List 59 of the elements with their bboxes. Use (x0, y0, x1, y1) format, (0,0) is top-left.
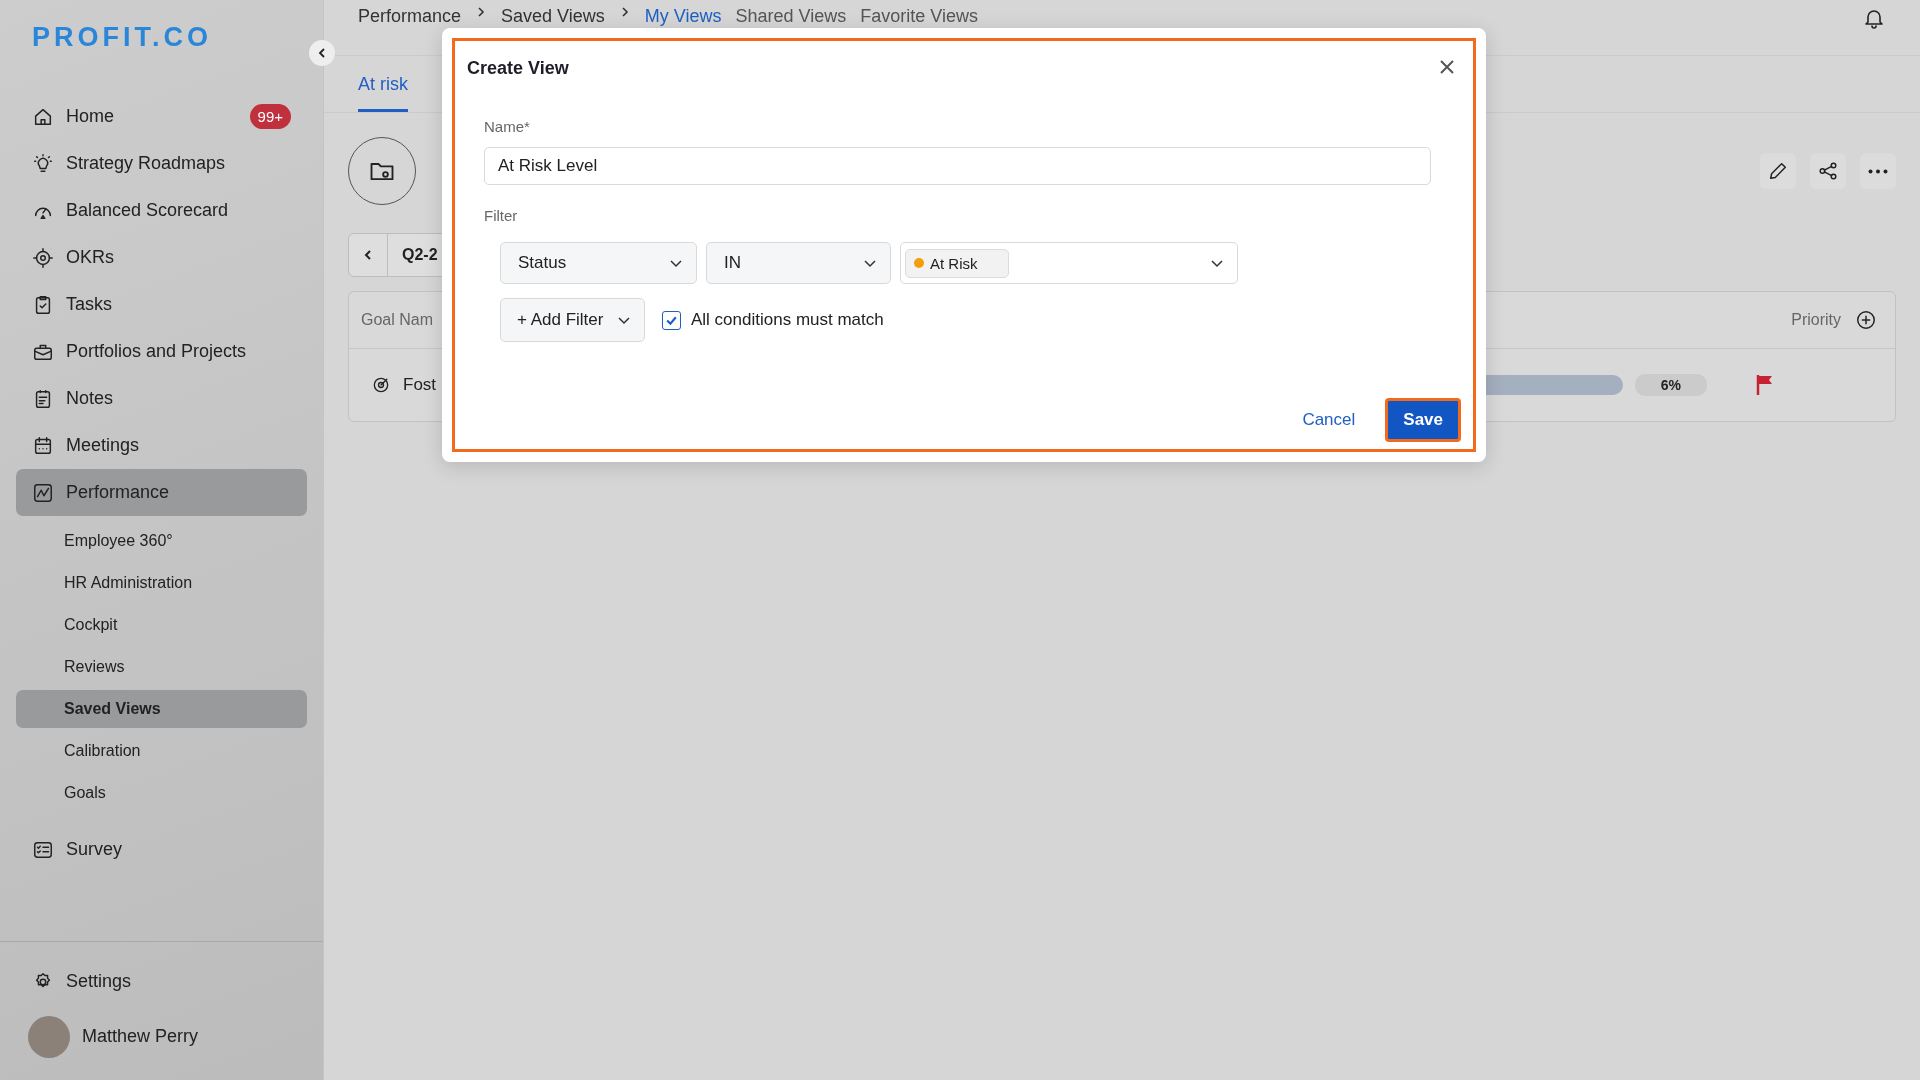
nav-item[interactable]: Portfolios and Projects (16, 328, 307, 375)
progress-label: 6% (1634, 374, 1707, 396)
nav-item[interactable]: Performance (16, 469, 307, 516)
view-tab[interactable]: Shared Views (735, 6, 847, 27)
operator-dropdown[interactable]: IN (706, 242, 891, 284)
nav-item[interactable]: Strategy Roadmaps (16, 140, 307, 187)
nav-subitem[interactable]: Reviews (16, 648, 307, 686)
nav-subitem[interactable]: Calibration (16, 732, 307, 770)
value-dropdown[interactable]: At Risk (900, 242, 1238, 284)
share-button[interactable] (1810, 153, 1846, 189)
chevron-left-icon (362, 249, 374, 261)
collapse-button[interactable] (309, 40, 335, 66)
add-column-icon (1855, 309, 1877, 331)
column-header: Goal Nam (361, 311, 434, 329)
dialog-title: Create View (467, 58, 569, 79)
more-icon (1868, 168, 1888, 174)
flag-icon (1755, 374, 1775, 396)
nav-item[interactable]: Home 99+ (16, 93, 307, 140)
target-icon (32, 246, 54, 269)
nav-item[interactable]: Meetings (16, 422, 307, 469)
edit-button[interactable] (1760, 153, 1796, 189)
pencil-icon (1767, 160, 1789, 182)
nav-subitem[interactable]: Employee 360° (16, 522, 307, 560)
field-dropdown[interactable]: Status (500, 242, 697, 284)
value-tag: At Risk (905, 248, 1009, 278)
goal-icon (371, 375, 391, 395)
breadcrumb-link[interactable]: Performance (358, 6, 462, 27)
match-all-checkbox[interactable]: All conditions must match (662, 310, 884, 330)
nav-item[interactable]: Survey (16, 826, 307, 873)
nav-item[interactable]: Balanced Scorecard (16, 187, 307, 234)
column-header: Priority (1791, 311, 1841, 329)
cancel-button[interactable]: Cancel (1294, 402, 1364, 438)
nav-subitem[interactable]: HR Administration (16, 564, 307, 602)
share-icon (1817, 160, 1839, 182)
avatar (28, 1015, 70, 1058)
nav-item[interactable]: OKRs (16, 234, 307, 281)
settings-item[interactable]: Settings (16, 958, 307, 1005)
user-profile[interactable]: Matthew Perry (16, 1013, 307, 1060)
add-filter-button[interactable]: + Add Filter (500, 298, 645, 342)
view-tab[interactable]: Favorite Views (860, 6, 978, 27)
field-label: Name* (484, 118, 531, 135)
nav-item[interactable]: Tasks (16, 281, 307, 328)
notification-badge: 99+ (249, 104, 291, 129)
table-cell: Fost (403, 375, 437, 395)
nav-subitem[interactable]: Cockpit (16, 606, 307, 644)
logo: PROFIT.CO (32, 22, 212, 53)
calendar-icon (32, 434, 54, 457)
name-input-field[interactable]: At Risk Level (484, 147, 1431, 185)
nav-subitem[interactable]: Saved Views (16, 690, 307, 728)
nav-item[interactable]: Notes (16, 375, 307, 422)
tab[interactable]: At risk (358, 74, 408, 112)
breadcrumb-link[interactable]: Saved Views (501, 6, 605, 27)
view-tab[interactable]: My Views (644, 6, 722, 27)
field-label: Filter (484, 207, 519, 224)
lightbulb-icon (32, 152, 54, 175)
chevron-left-icon (316, 47, 328, 59)
more-button[interactable] (1860, 153, 1896, 189)
save-button[interactable]: Save (1385, 398, 1461, 442)
nav-subitem[interactable]: Goals (16, 774, 307, 812)
